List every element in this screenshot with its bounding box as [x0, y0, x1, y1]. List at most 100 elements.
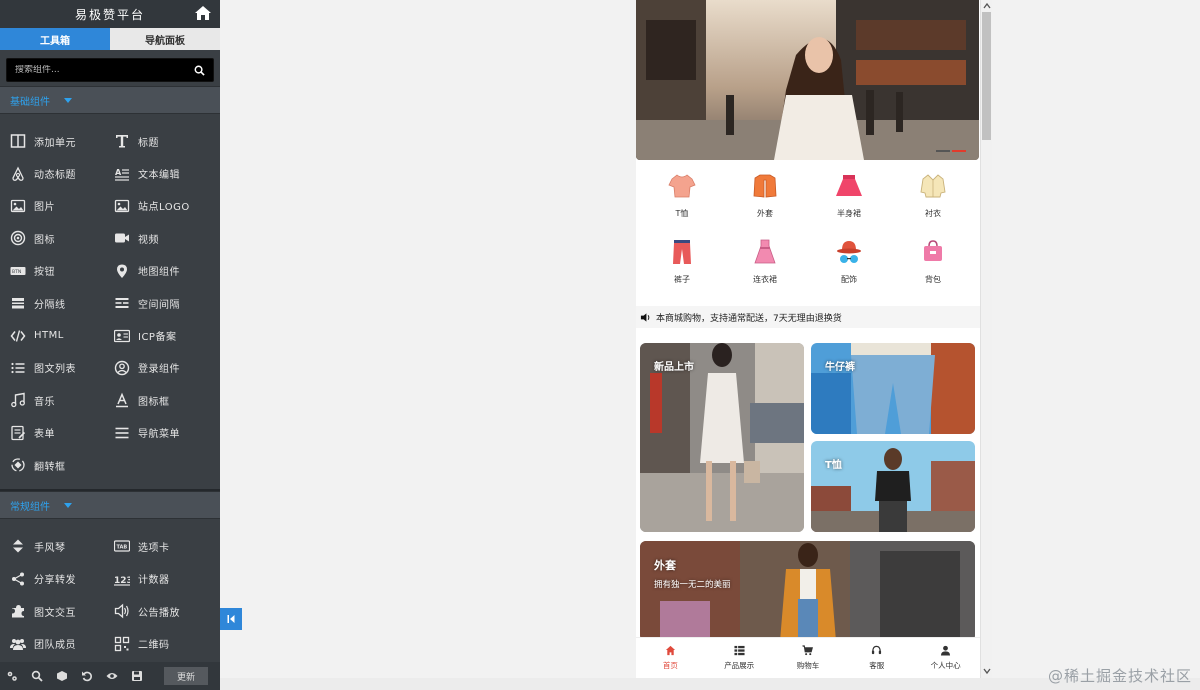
component-font-a[interactable]: 图标框	[114, 384, 218, 416]
category-label: T恤	[675, 209, 689, 218]
collapse-sidebar-button[interactable]	[220, 608, 242, 630]
component-code[interactable]: HTML	[10, 319, 114, 351]
component-music[interactable]: 音乐	[10, 384, 114, 416]
component-label: 视频	[138, 234, 159, 246]
component-puzzle[interactable]: 图文交互	[10, 595, 114, 627]
component-label: ICP备案	[138, 332, 177, 344]
component-label: 分隔线	[34, 299, 66, 311]
svg-text:BTN: BTN	[12, 269, 21, 275]
jacket-icon	[753, 174, 777, 198]
title-t-icon	[116, 135, 128, 148]
component-text-edit[interactable]: A 文本编辑	[114, 157, 218, 189]
scroll-down-icon[interactable]	[983, 667, 991, 675]
team-icon	[10, 638, 26, 650]
component-share[interactable]: 分享转发	[10, 563, 114, 595]
component-title-t[interactable]: 标题	[114, 125, 218, 157]
category-tshirt[interactable]: T恤	[642, 172, 722, 232]
component-map-pin[interactable]: 地图组件	[114, 255, 218, 287]
hat-glasses-icon	[837, 241, 861, 263]
separator-icon	[12, 298, 24, 309]
component-logo-image[interactable]: 站点LOGO	[114, 190, 218, 222]
category-shirt[interactable]: 衬衣	[893, 172, 973, 232]
update-button[interactable]: 更新	[164, 667, 208, 685]
component-video[interactable]: 视频	[114, 222, 218, 254]
tabbar-products[interactable]: 产品展示	[705, 638, 774, 678]
promo-card-coats[interactable]: 外套 拥有独一无二的美丽	[640, 541, 975, 641]
search-icon[interactable]	[31, 670, 43, 682]
component-label: 分享转发	[34, 575, 76, 587]
music-icon	[11, 392, 25, 408]
home-icon	[665, 645, 675, 656]
promo-card-jeans[interactable]: 牛仔裤	[811, 343, 975, 434]
section-basic-components[interactable]: 基础组件	[0, 86, 220, 114]
tabbar-home[interactable]: 首页	[636, 638, 705, 678]
home-icon[interactable]	[194, 5, 212, 21]
component-speaker[interactable]: 公告播放	[114, 595, 218, 627]
component-counter-123[interactable]: 123 计数器	[114, 563, 218, 595]
section-common-components[interactable]: 常规组件	[0, 491, 220, 520]
notice-bar[interactable]: 本商城购物，支持通常配送，7天无理由退换货	[636, 306, 980, 328]
category-pants[interactable]: 裤子	[642, 238, 722, 298]
component-id-card[interactable]: ICP备案	[114, 319, 218, 351]
component-search-input[interactable]	[15, 65, 194, 75]
bag-icon	[924, 240, 942, 261]
component-list[interactable]: 图文列表	[10, 352, 114, 384]
component-airbnb[interactable]: 动态标题	[10, 157, 114, 189]
scroll-up-icon[interactable]	[983, 2, 991, 10]
component-label: 手风琴	[34, 542, 66, 554]
flip-icon	[11, 458, 25, 472]
common-components-grid: 手风琴 TAB 选项卡分享转发 123 计数器 图文交互 公告播放 团队成员 二维码	[0, 519, 220, 660]
component-label: 动态标题	[34, 170, 76, 182]
category-skirt[interactable]: 半身裙	[809, 172, 889, 232]
component-columns[interactable]: 添加单元	[10, 125, 114, 157]
component-user-circle[interactable]: 登录组件	[114, 352, 218, 384]
category-bag[interactable]: 背包	[893, 238, 973, 298]
tabbar-label: 客服	[869, 661, 885, 670]
image-icon	[10, 199, 26, 213]
category-dress[interactable]: 连衣裙	[725, 238, 805, 298]
preview-scrollbar[interactable]	[980, 0, 992, 678]
component-image[interactable]: 图片	[10, 190, 114, 222]
component-search	[6, 58, 214, 82]
component-flip[interactable]: 翻转框	[10, 449, 114, 481]
category-jacket[interactable]: 外套	[725, 172, 805, 232]
text-edit-icon: A	[115, 168, 129, 181]
tabbar-profile[interactable]: 个人中心	[911, 638, 980, 678]
card-subtitle: 拥有独一无二的美丽	[654, 580, 731, 590]
category-label: 衬衣	[925, 209, 941, 218]
save-icon[interactable]	[131, 670, 143, 682]
tab-toolbox[interactable]: 工具箱	[0, 28, 110, 50]
cube-icon[interactable]	[56, 670, 68, 682]
settings-icon[interactable]	[6, 670, 18, 682]
eye-icon[interactable]	[106, 670, 118, 682]
component-target[interactable]: 图标	[10, 222, 114, 254]
tabbar-service[interactable]: 客服	[842, 638, 911, 678]
skirt-icon	[836, 175, 862, 196]
tab-navigation-panel[interactable]: 导航面板	[110, 28, 220, 50]
component-tab[interactable]: TAB 选项卡	[114, 530, 218, 562]
promo-card-new-arrivals[interactable]: 新品上市	[640, 343, 804, 532]
component-separator[interactable]: 分隔线	[10, 287, 114, 319]
list-icon	[11, 362, 25, 374]
component-sort[interactable]: 手风琴	[10, 530, 114, 562]
component-form[interactable]: 表单	[10, 417, 114, 449]
tabbar-cart[interactable]: 购物车	[774, 638, 843, 678]
component-label: 空间间隔	[138, 299, 180, 311]
component-menu[interactable]: 导航菜单	[114, 417, 218, 449]
component-team[interactable]: 团队成员	[10, 627, 114, 659]
component-btn[interactable]: BTN 按钮	[10, 255, 114, 287]
component-label: 二维码	[138, 640, 170, 652]
banner-image[interactable]	[636, 0, 979, 160]
tshirt-icon	[668, 174, 696, 198]
search-icon[interactable]	[194, 65, 205, 76]
component-spacer[interactable]: 空间间隔	[114, 287, 218, 319]
svg-text:A: A	[115, 168, 122, 177]
caret-down-icon	[64, 502, 72, 508]
component-label: 表单	[34, 429, 55, 441]
promo-card-tshirts[interactable]: T恤	[811, 441, 975, 532]
category-accessories[interactable]: 配饰	[809, 238, 889, 298]
scrollbar-thumb[interactable]	[982, 12, 991, 140]
undo-icon[interactable]	[81, 670, 93, 682]
component-qrcode[interactable]: 二维码	[114, 627, 218, 659]
caret-down-icon	[64, 97, 72, 103]
